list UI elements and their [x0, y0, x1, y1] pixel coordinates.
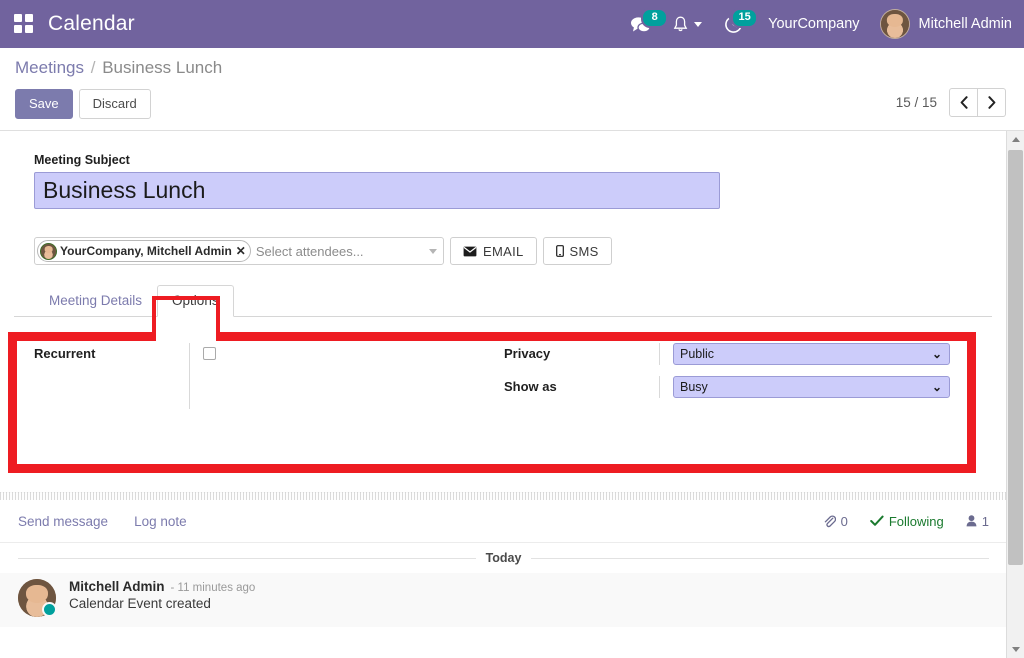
- vertical-scrollbar[interactable]: [1006, 131, 1024, 658]
- meeting-subject-input[interactable]: [34, 172, 720, 209]
- message-author[interactable]: Mitchell Admin: [69, 579, 165, 594]
- email-button[interactable]: EMAIL: [450, 237, 537, 265]
- scroll-down-arrow-icon[interactable]: [1007, 641, 1024, 658]
- options-left-column: Recurrent: [34, 343, 504, 409]
- scroll-up-arrow-icon[interactable]: [1007, 131, 1024, 148]
- odoo-calendar-meeting-form: Calendar 8 15 YourCompany Mitchell Admin…: [0, 0, 1024, 658]
- show-as-label: Show as: [504, 379, 557, 394]
- attendees-input[interactable]: YourCompany, Mitchell Admin ✕ Select att…: [34, 237, 444, 265]
- chevron-down-icon: ⌄: [931, 380, 942, 394]
- email-button-label: EMAIL: [483, 243, 524, 259]
- activity-count-badge: 15: [731, 8, 759, 28]
- recurrent-label: Recurrent: [34, 346, 96, 361]
- company-switcher[interactable]: YourCompany: [754, 16, 873, 32]
- privacy-selected-value: Public: [680, 347, 715, 361]
- annotation-panel-top-left: [8, 332, 156, 341]
- bell-icon: [673, 16, 688, 31]
- annotation-panel-bottom: [8, 464, 976, 473]
- message-timestamp: - 11 minutes ago: [170, 582, 256, 594]
- check-icon: [870, 515, 884, 526]
- message-item: Mitchell Admin - 11 minutes ago Calendar…: [0, 573, 1007, 627]
- show-as-selected-value: Busy: [680, 380, 708, 394]
- separator-line-right: [531, 557, 990, 559]
- scrollbar-thumb[interactable]: [1008, 150, 1023, 565]
- annotation-options-tab-box: [152, 296, 220, 336]
- breadcrumb-parent-link[interactable]: Meetings: [15, 58, 84, 77]
- pager-count: 15 / 15: [895, 95, 937, 110]
- attendees-row: YourCompany, Mitchell Admin ✕ Select att…: [34, 237, 1007, 265]
- user-menu[interactable]: Mitchell Admin: [874, 9, 1012, 39]
- breadcrumb: Meetings / Business Lunch: [15, 58, 222, 78]
- show-as-row: Show as Busy ⌄: [504, 376, 974, 398]
- envelope-icon: [463, 246, 477, 256]
- attendee-avatar-icon: [40, 242, 57, 260]
- annotation-panel-right: [967, 332, 976, 473]
- remove-tag-icon[interactable]: ✕: [236, 245, 246, 257]
- breadcrumb-separator: /: [90, 58, 96, 77]
- privacy-row: Privacy Public ⌄: [504, 343, 974, 365]
- sms-button-label: SMS: [569, 243, 599, 259]
- send-message-button[interactable]: Send message: [18, 514, 108, 529]
- message-avatar: [18, 579, 57, 617]
- today-separator: Today: [0, 543, 1007, 573]
- record-pager: 15 / 15: [896, 88, 1006, 117]
- chevron-down-icon: ⌄: [931, 347, 942, 361]
- attendee-tag-label: YourCompany, Mitchell Admin: [60, 244, 232, 258]
- today-label: Today: [485, 551, 522, 565]
- followers-count: 1: [981, 513, 989, 529]
- show-as-select[interactable]: Busy ⌄: [673, 376, 950, 398]
- chevron-down-icon: [694, 21, 703, 27]
- options-right-column: Privacy Public ⌄ Show as Busy ⌄: [504, 343, 974, 409]
- breadcrumb-current: Business Lunch: [102, 58, 223, 77]
- separator-line-left: [18, 557, 476, 559]
- followers-button[interactable]: 1: [966, 514, 989, 529]
- chatter: Send message Log note 0 Following 1 Toda…: [0, 500, 1007, 658]
- avatar: [879, 9, 910, 39]
- top-navbar: Calendar 8 15 YourCompany Mitchell Admin: [0, 0, 1024, 48]
- app-brand-title[interactable]: Calendar: [48, 12, 135, 36]
- chevron-right-icon: [987, 96, 995, 109]
- activities-bell-menu[interactable]: [662, 0, 713, 48]
- annotation-panel-top-right: [216, 332, 976, 341]
- privacy-value-cell: Public ⌄: [659, 343, 950, 365]
- navbar-right-group: 8 15 YourCompany Mitchell Admin: [619, 0, 1024, 48]
- following-toggle[interactable]: Following: [870, 514, 944, 529]
- attendees-placeholder: Select attendees...: [255, 243, 364, 259]
- chevron-left-icon: [960, 96, 968, 109]
- tab-meeting-details[interactable]: Meeting Details: [34, 285, 157, 317]
- log-note-button[interactable]: Log note: [134, 514, 187, 529]
- pager-next-button[interactable]: [978, 88, 1006, 117]
- annotation-panel-left: [8, 332, 17, 473]
- pager-previous-button[interactable]: [949, 88, 978, 117]
- save-button[interactable]: Save: [15, 89, 73, 119]
- chatter-status-group: 0 Following 1: [801, 514, 989, 529]
- privacy-label: Privacy: [504, 346, 551, 361]
- user-menu-label: Mitchell Admin: [918, 16, 1012, 32]
- message-header: Mitchell Admin - 11 minutes ago: [69, 579, 255, 594]
- control-panel: Meetings / Business Lunch Save Discard 1…: [0, 48, 1024, 131]
- discard-button[interactable]: Discard: [78, 89, 151, 119]
- online-status-dot: [42, 602, 57, 617]
- sms-button[interactable]: SMS: [542, 237, 612, 265]
- form-action-buttons: Save Discard: [15, 89, 151, 119]
- recurrent-checkbox[interactable]: [203, 347, 216, 360]
- meeting-subject-label: Meeting Subject: [34, 153, 130, 167]
- user-icon: [966, 515, 977, 527]
- message-body: Calendar Event created: [69, 596, 211, 611]
- messages-menu[interactable]: 8: [619, 0, 669, 48]
- following-label: Following: [888, 513, 944, 529]
- show-as-value-cell: Busy ⌄: [659, 376, 950, 398]
- chatter-toolbar: Send message Log note 0 Following 1: [0, 500, 1007, 543]
- activity-clock-menu[interactable]: 15: [713, 0, 759, 48]
- attendee-tag[interactable]: YourCompany, Mitchell Admin ✕: [37, 240, 251, 262]
- mobile-phone-icon: [555, 245, 564, 257]
- paperclip-icon: [824, 514, 836, 527]
- chevron-down-icon[interactable]: [429, 249, 437, 254]
- message-content: Mitchell Admin - 11 minutes ago Calendar…: [69, 579, 255, 617]
- apps-grid-icon[interactable]: [14, 14, 34, 34]
- attachments-button[interactable]: 0: [823, 514, 848, 529]
- recurrent-value-cell: [189, 343, 216, 409]
- attachments-count: 0: [840, 513, 848, 529]
- privacy-select[interactable]: Public ⌄: [673, 343, 950, 365]
